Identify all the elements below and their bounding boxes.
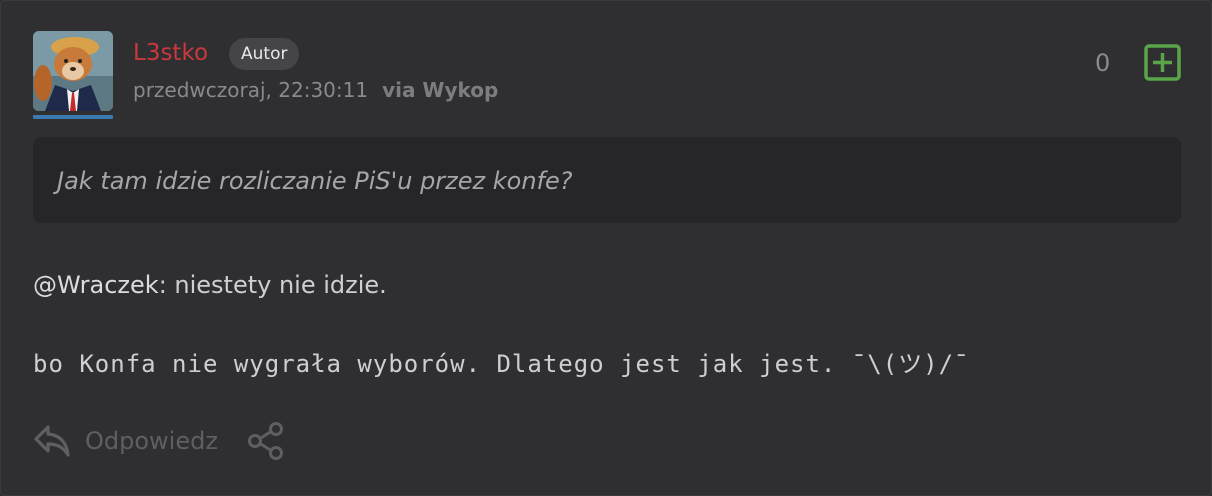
author-name[interactable]: L3stko — [133, 37, 208, 69]
vote-count: 0 — [1095, 49, 1111, 77]
reply-arrow-icon — [34, 425, 70, 457]
avatar-underline — [33, 115, 113, 119]
share-icon — [247, 422, 283, 460]
user-mention[interactable]: @Wraczek — [33, 271, 159, 299]
quoted-text-block: Jak tam idzie rozliczanie PiS'u przez ko… — [33, 137, 1181, 223]
entry-meta: przedwczoraj, 22:30:11 via Wykop — [133, 75, 498, 105]
monospace-line: bo Konfa nie wygrała wyborów. Dlatego je… — [33, 350, 970, 378]
timestamp[interactable]: przedwczoraj, 22:30:11 — [133, 78, 368, 102]
plus-square-icon — [1144, 44, 1181, 81]
quote-text: Jak tam idzie rozliczanie PiS'u przez ko… — [57, 167, 573, 195]
plus-vote-button[interactable] — [1144, 44, 1181, 81]
avatar-block[interactable] — [33, 31, 113, 121]
entry-body-line: @Wraczek: niestety nie idzie. — [33, 268, 387, 302]
author-badge: Autor — [229, 38, 300, 70]
reply-button[interactable]: Odpowiedz — [33, 422, 218, 460]
share-button[interactable] — [246, 420, 288, 462]
entry-actions: Odpowiedz — [33, 419, 288, 463]
via-source[interactable]: via Wykop — [382, 78, 498, 102]
avatar[interactable] — [33, 31, 113, 111]
reply-text: : niestety nie idzie. — [158, 271, 387, 299]
reply-label: Odpowiedz — [85, 427, 218, 455]
entry-card: L3stko Autor przedwczoraj, 22:30:11 via W… — [0, 0, 1212, 496]
